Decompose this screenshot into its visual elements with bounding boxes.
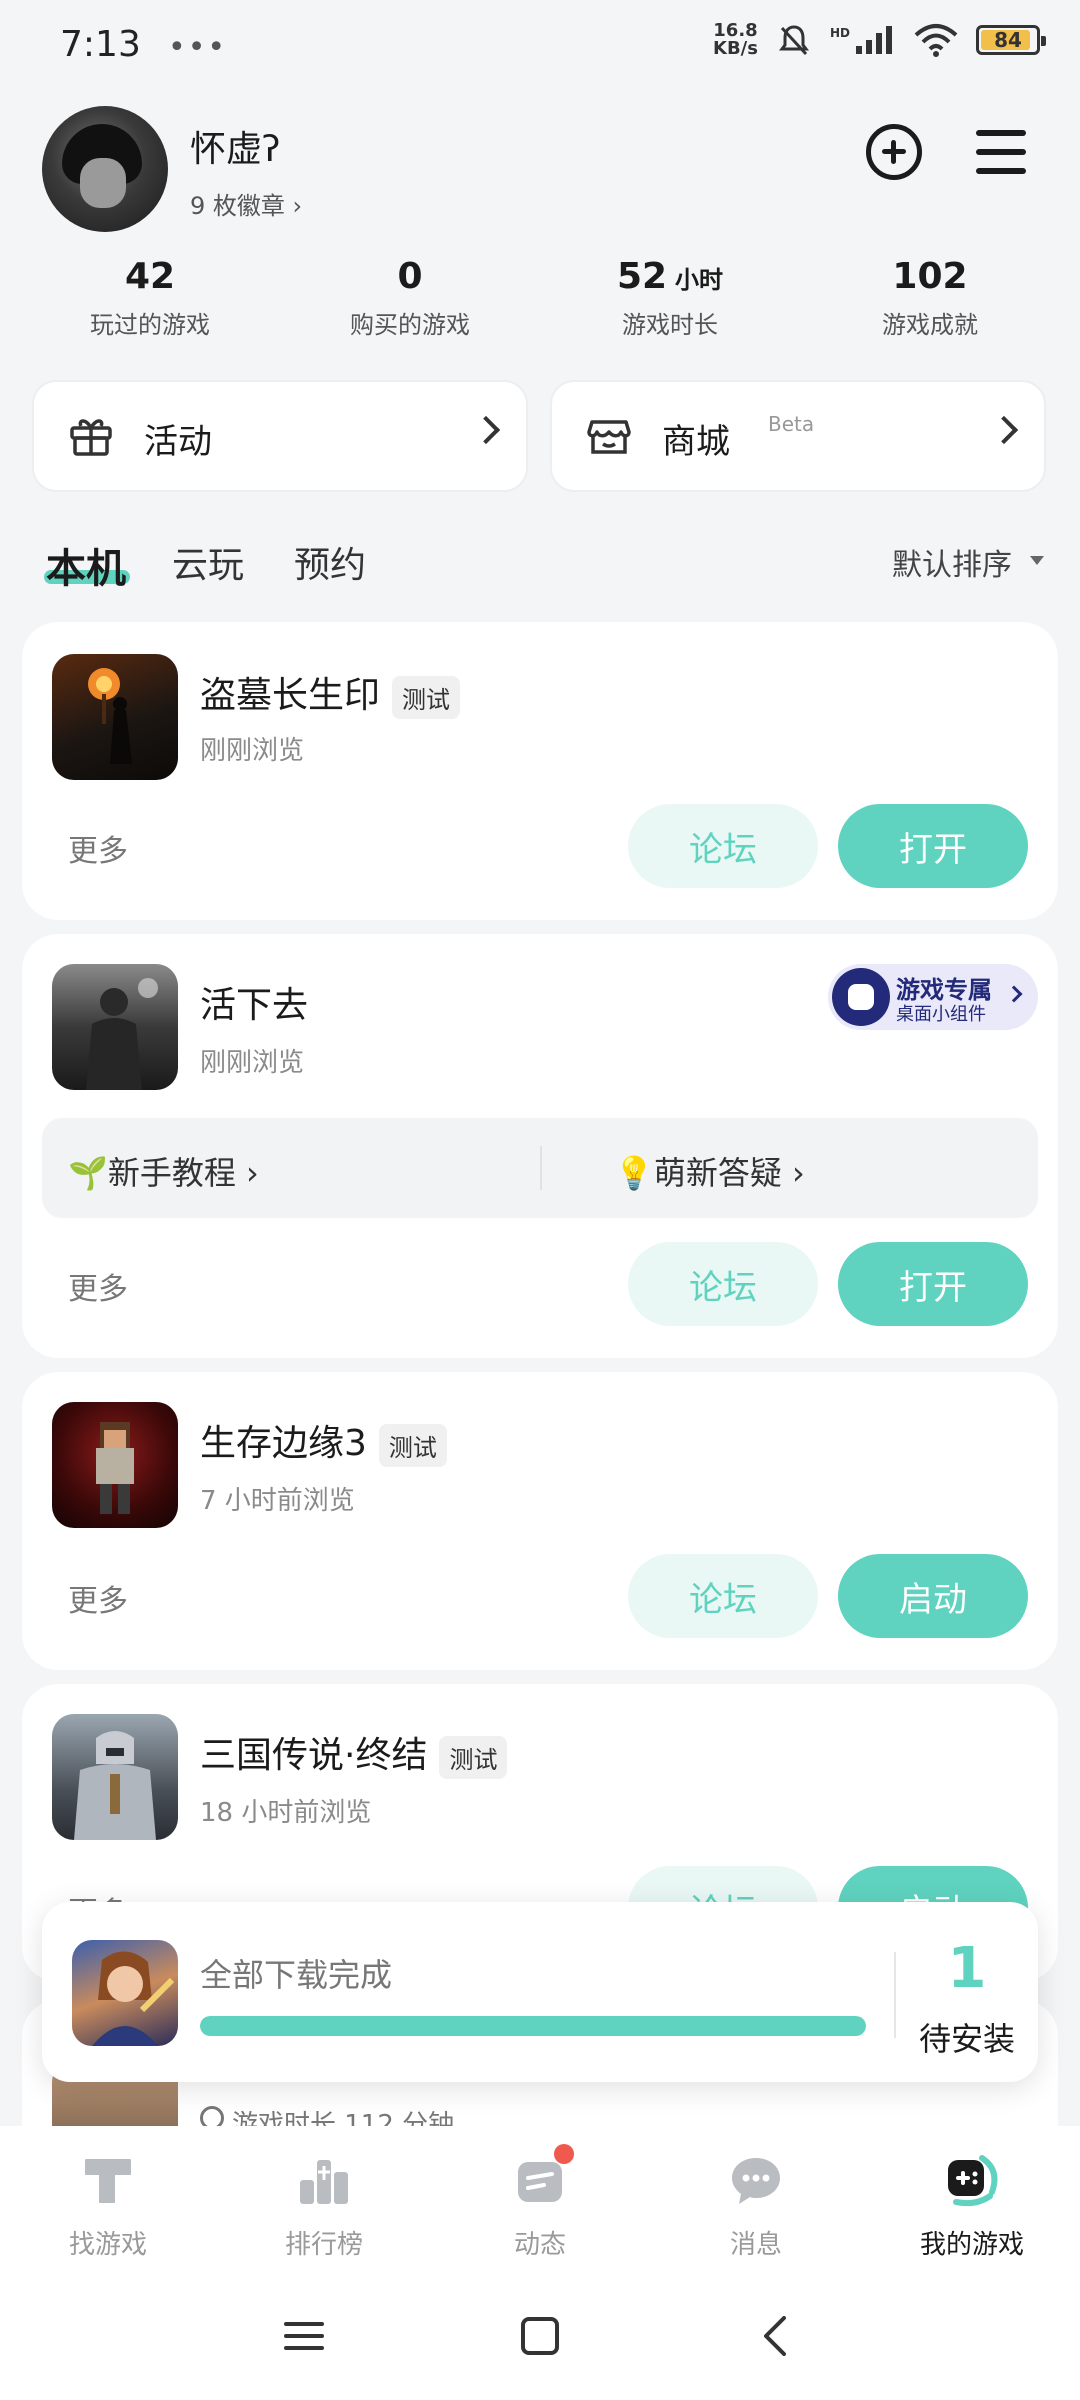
game-last-viewed: 7 小时前浏览 [200, 1486, 355, 1516]
nav-messages[interactable]: 消息 [648, 2150, 864, 2261]
game-icon[interactable] [52, 1714, 178, 1840]
status-notification-dots: ••• [168, 30, 228, 65]
gift-icon [70, 419, 112, 456]
find-game-icon [85, 2159, 131, 2203]
downloaded-game-icon [72, 1940, 178, 2046]
stat-played-games[interactable]: 42 玩过的游戏 [40, 256, 260, 340]
stat-achievements[interactable]: 102 游戏成就 [820, 256, 1040, 340]
shop-icon [587, 420, 631, 454]
game-card[interactable]: 活下去 刚刚浏览 游戏专属 桌面小组件 🌱新手教程 › 💡萌新答疑 › 更多 论… [22, 934, 1058, 1358]
recent-apps-icon[interactable] [284, 2316, 324, 2356]
open-button[interactable]: 打开 [838, 804, 1028, 888]
activity-entry[interactable]: 活动 [32, 380, 528, 492]
forum-button[interactable]: 论坛 [628, 1554, 818, 1638]
game-last-viewed: 刚刚浏览 [200, 736, 305, 766]
ranking-icon [300, 2160, 348, 2204]
heroine-portrait-icon [92, 1951, 175, 2046]
add-button[interactable] [866, 124, 922, 180]
signal-icon [856, 26, 892, 54]
bell-muted-icon [778, 25, 809, 56]
shop-beta-tag: Beta [768, 412, 815, 436]
game-name: 盗墓长生印 测试 [200, 666, 461, 719]
armored-knight-icon [74, 1731, 156, 1840]
system-nav-bar [0, 2276, 1080, 2400]
more-link[interactable]: 更多 [68, 1264, 128, 1308]
newbie-qa-link[interactable]: 💡萌新答疑 › [614, 1148, 805, 1194]
my-games-icon [948, 2155, 998, 2207]
chevron-right-icon [1005, 985, 1023, 1003]
test-badge: 测试 [378, 1423, 447, 1467]
game-icon[interactable] [52, 964, 178, 1090]
chevron-right-icon [471, 415, 501, 445]
guide-bar: 🌱新手教程 › 💡萌新答疑 › [42, 1118, 1038, 1218]
desktop-widget-badge[interactable]: 游戏专属 桌面小组件 [828, 964, 1038, 1030]
forum-button[interactable]: 论坛 [628, 1242, 818, 1326]
shop-label: 商城 [662, 422, 730, 462]
download-progress-bar [200, 2016, 866, 2036]
stat-purchased-games[interactable]: 0 购买的游戏 [300, 256, 520, 340]
battery-level: 84 [994, 28, 1022, 52]
game-icon[interactable] [52, 1402, 178, 1528]
avatar[interactable] [42, 106, 168, 232]
pending-install-label[interactable]: 待安装 [896, 2014, 1038, 2060]
nav-ranking[interactable]: 排行榜 [216, 2150, 432, 2261]
status-time: 7:13 [60, 24, 141, 65]
hd-label: HD [829, 26, 850, 40]
tab-cloud[interactable]: 云玩 [172, 536, 244, 588]
game-last-viewed: 刚刚浏览 [200, 1048, 305, 1078]
sort-dropdown[interactable]: 默认排序 [892, 540, 1012, 584]
pending-install-count[interactable]: 1 [896, 1936, 1038, 2001]
game-icon[interactable] [52, 654, 178, 780]
status-bar: 7:13 ••• 16.8 KB/s HD 84 [0, 0, 1080, 100]
menu-button[interactable] [976, 130, 1026, 174]
forum-button[interactable]: 论坛 [628, 804, 818, 888]
back-icon[interactable] [756, 2316, 796, 2356]
game-name: 三国传说·终结 测试 [200, 1726, 508, 1779]
shop-entry[interactable]: 商城 Beta [550, 380, 1046, 492]
notification-dot [554, 2144, 574, 2164]
badges-link[interactable]: 9 枚徽章 › [190, 186, 302, 221]
game-last-viewed: 18 小时前浏览 [200, 1798, 372, 1828]
caret-down-icon [1030, 556, 1044, 565]
nav-my-games[interactable]: 我的游戏 [864, 2150, 1080, 2261]
survivor-figure-icon [86, 978, 158, 1090]
game-name: 活下去 [200, 985, 309, 1026]
message-icon [732, 2158, 780, 2204]
game-card[interactable]: 盗墓长生印 测试 刚刚浏览 更多 论坛 打开 [22, 622, 1058, 920]
username[interactable]: 怀虚ʔ [190, 120, 280, 172]
status-icons: 16.8 KB/s HD 84 [713, 20, 1046, 59]
game-card[interactable]: 生存边缘3 测试 7 小时前浏览 更多 论坛 启动 [22, 1372, 1058, 1670]
beginner-tutorial-link[interactable]: 🌱新手教程 › [68, 1148, 259, 1194]
stat-play-time[interactable]: 52 小时 游戏时长 [560, 256, 780, 340]
chevron-right-icon [989, 415, 1019, 445]
game-name: 生存边缘3 测试 [200, 1414, 447, 1467]
wifi-icon [914, 24, 958, 57]
download-progress-fill [200, 2016, 866, 2036]
download-status-popup[interactable]: 全部下载完成 1 待安装 [42, 1902, 1038, 2082]
tab-local[interactable]: 本机 [46, 536, 126, 594]
torch-figure-icon [88, 668, 132, 764]
test-badge: 测试 [392, 675, 461, 719]
more-link[interactable]: 更多 [68, 826, 128, 870]
tab-reserve[interactable]: 预约 [294, 536, 366, 588]
net-speed: 16.8 KB/s [713, 20, 758, 59]
more-link[interactable]: 更多 [68, 1576, 128, 1620]
download-status-text: 全部下载完成 [200, 1956, 393, 1994]
battery-icon: 84 [976, 25, 1046, 55]
nav-feed[interactable]: 动态 [432, 2150, 648, 2261]
launch-button[interactable]: 启动 [838, 1554, 1028, 1638]
home-icon[interactable] [520, 2316, 560, 2356]
open-button[interactable]: 打开 [838, 1242, 1028, 1326]
nav-find-games[interactable]: 找游戏 [0, 2150, 216, 2261]
test-badge: 测试 [439, 1735, 508, 1779]
gamepad-icon [832, 968, 890, 1026]
pixel-character-icon [96, 1422, 134, 1514]
activity-label: 活动 [144, 422, 212, 462]
bottom-nav: 找游戏 排行榜 动态 消息 我的游戏 [0, 2126, 1080, 2276]
